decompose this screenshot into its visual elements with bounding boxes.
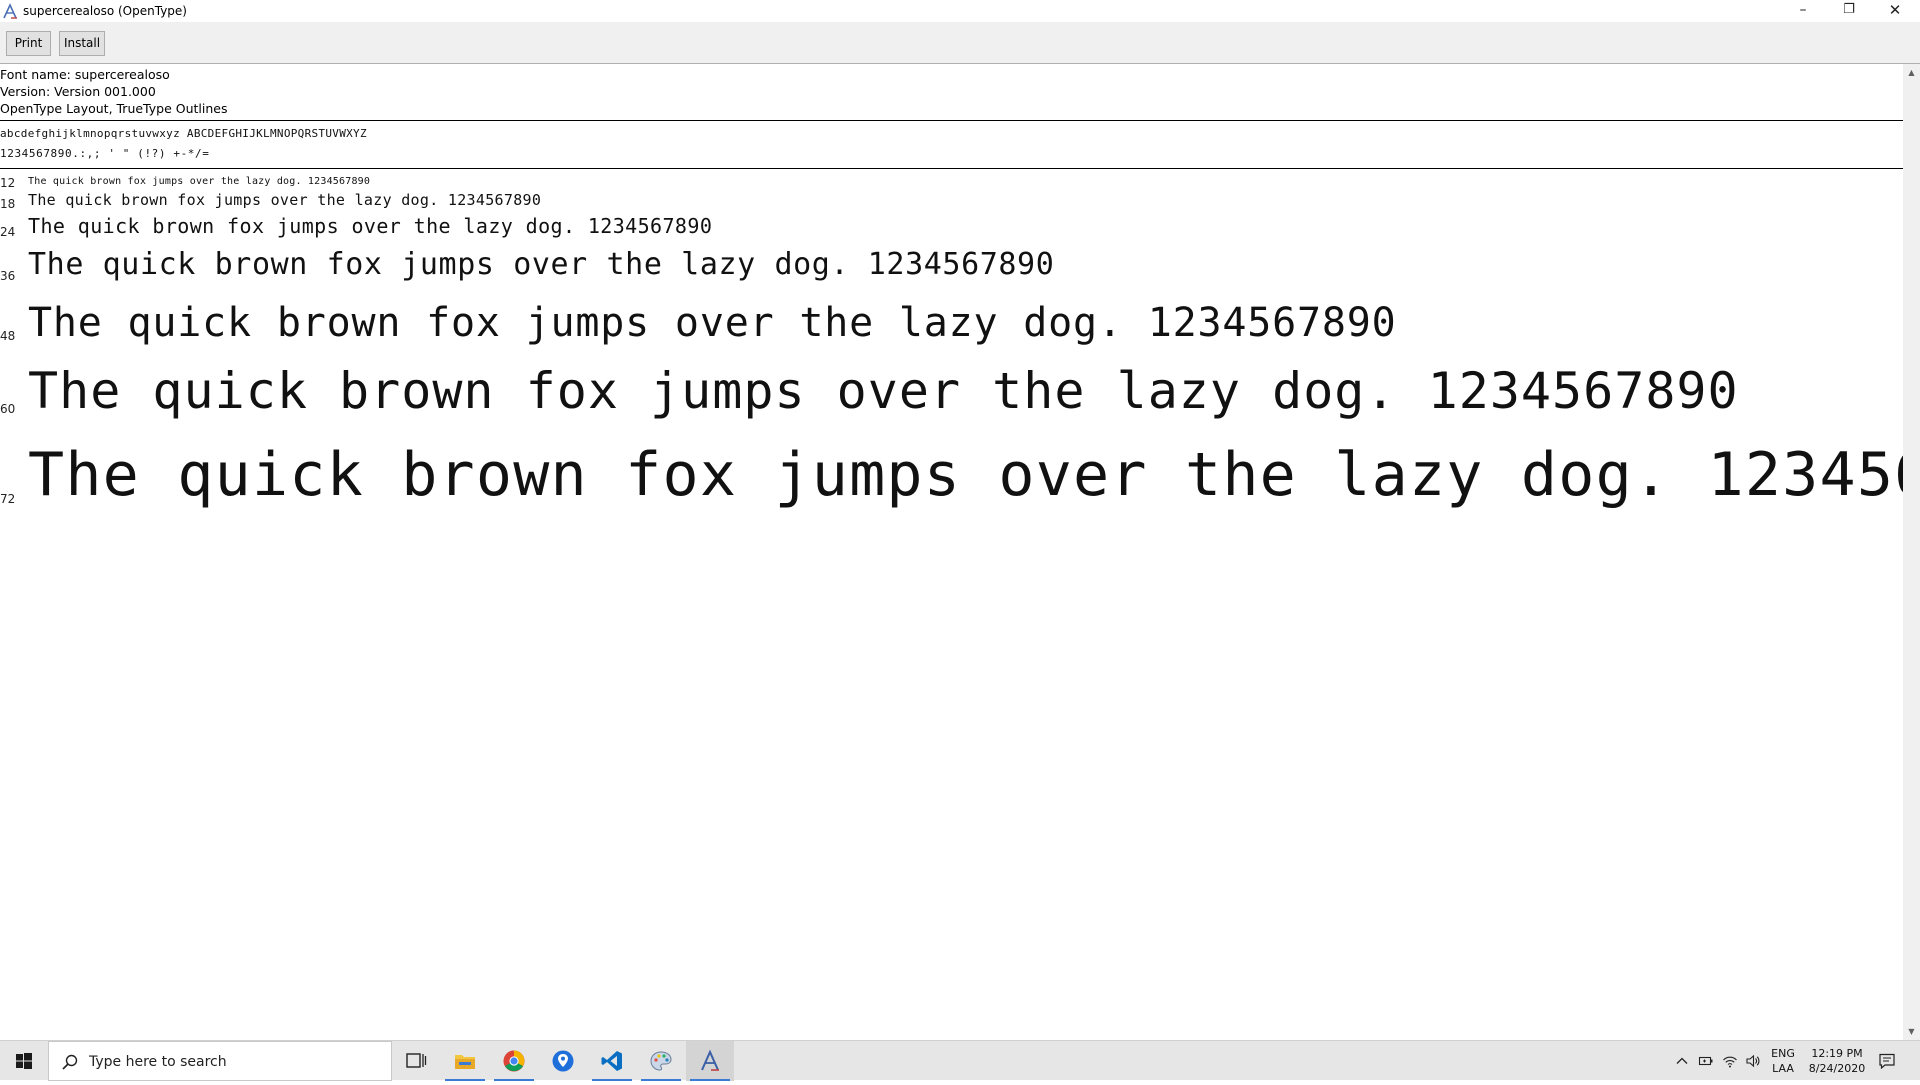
maps-taskbar-button[interactable]: [539, 1041, 587, 1081]
chrome-icon: [503, 1050, 525, 1072]
windows-logo-icon: [16, 1053, 32, 1069]
paint-taskbar-button[interactable]: [637, 1041, 685, 1081]
sample-text: The quick brown fox jumps over the lazy …: [28, 300, 1397, 346]
sample-size-label: 36: [0, 269, 16, 283]
taskbar-search-box[interactable]: Type here to search: [48, 1041, 392, 1081]
font-outlines-line: OpenType Layout, TrueType Outlines: [0, 101, 228, 116]
taskbar: Type here to search ENG LAA 12:19 PM 8/2…: [0, 1040, 1920, 1081]
sample-size-label: 18: [0, 197, 16, 211]
active-indicator: [641, 1079, 681, 1081]
clock-date: 8/24/2020: [1808, 1062, 1866, 1075]
font-icon: [701, 1049, 719, 1071]
sample-text: The quick brown fox jumps over the lazy …: [28, 214, 713, 238]
battery-icon[interactable]: [1698, 1053, 1714, 1069]
notification-icon[interactable]: [1878, 1052, 1896, 1070]
font-version-line: Version: Version 001.000: [0, 84, 156, 99]
sample-text: The quick brown fox jumps over the lazy …: [28, 191, 542, 209]
active-indicator: [592, 1079, 632, 1081]
folder-icon: [455, 1055, 475, 1069]
clock-time: 12:19 PM: [1811, 1047, 1863, 1060]
clock[interactable]: 12:19 PM 8/24/2020: [1802, 1046, 1872, 1076]
task-view-button[interactable]: [392, 1041, 440, 1081]
divider: [0, 168, 1903, 169]
chevron-up-icon[interactable]: [1674, 1053, 1690, 1069]
font-viewer-taskbar-button[interactable]: [686, 1041, 734, 1081]
wifi-icon[interactable]: [1722, 1053, 1738, 1069]
file-explorer-taskbar-button[interactable]: [441, 1041, 489, 1081]
sample-size-label: 48: [0, 329, 16, 343]
scroll-up-arrow-icon[interactable]: ▲: [1903, 64, 1920, 81]
sample-size-label: 24: [0, 225, 16, 239]
font-name-line: Font name: supercerealoso: [0, 67, 170, 82]
font-preview-area: Font name: supercerealoso Version: Versi…: [0, 64, 1903, 1040]
paint-palette-icon: [650, 1051, 672, 1071]
sample-size-label: 60: [0, 402, 16, 416]
print-button[interactable]: Print: [6, 31, 51, 56]
chrome-taskbar-button[interactable]: [490, 1041, 538, 1081]
sample-text: The quick brown fox jumps over the lazy …: [28, 176, 371, 187]
active-indicator: [494, 1079, 534, 1081]
map-pin-icon: [552, 1050, 574, 1072]
language-code: ENG: [1771, 1047, 1795, 1060]
vscode-icon: [601, 1051, 622, 1071]
scroll-down-arrow-icon[interactable]: ▼: [1903, 1023, 1920, 1040]
language-indicator[interactable]: ENG LAA: [1768, 1046, 1798, 1076]
divider: [0, 120, 1903, 121]
close-button[interactable]: ✕: [1872, 0, 1918, 22]
search-placeholder: Type here to search: [89, 1054, 227, 1070]
toolbar: Print Install: [0, 22, 1920, 64]
restore-button[interactable]: ❐: [1826, 0, 1872, 22]
sample-size-label: 12: [0, 176, 16, 190]
search-icon: [62, 1054, 78, 1070]
active-indicator: [690, 1079, 730, 1081]
vscode-taskbar-button[interactable]: [588, 1041, 636, 1081]
volume-icon[interactable]: [1745, 1053, 1761, 1069]
sample-size-label: 72: [0, 492, 16, 506]
sample-text: The quick brown fox jumps over the lazy …: [28, 362, 1739, 420]
active-indicator: [445, 1079, 485, 1081]
title-bar: supercerealoso (OpenType) – ❐ ✕: [0, 0, 1920, 22]
start-button[interactable]: [0, 1041, 48, 1081]
install-button[interactable]: Install: [59, 31, 105, 56]
minimize-button[interactable]: –: [1780, 0, 1826, 22]
sample-text: The quick brown fox jumps over the lazy …: [28, 247, 1055, 282]
charset-letters: abcdefghijklmnopqrstuvwxyz ABCDEFGHIJKLM…: [0, 127, 367, 140]
font-viewer-window: supercerealoso (OpenType) – ❐ ✕ Print In…: [0, 0, 1920, 1040]
vertical-scrollbar[interactable]: ▲ ▼: [1903, 64, 1920, 1040]
task-view-icon: [406, 1053, 427, 1068]
charset-symbols: 1234567890.:,; ' " (!?) +-*/=: [0, 147, 210, 160]
sample-text: The quick brown fox jumps over the lazy …: [28, 440, 1903, 510]
window-title: supercerealoso (OpenType): [23, 4, 187, 18]
keyboard-layout: LAA: [1772, 1062, 1794, 1075]
font-app-icon: [3, 3, 17, 19]
